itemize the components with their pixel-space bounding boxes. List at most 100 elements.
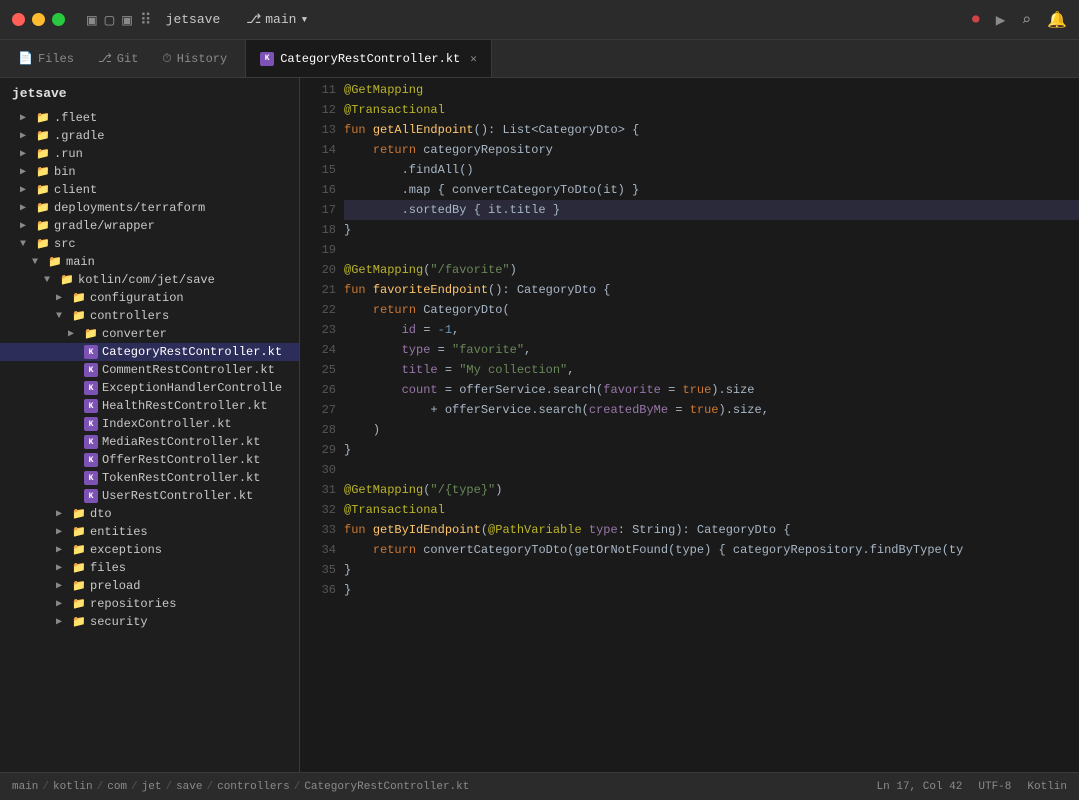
sidebar-item-client[interactable]: ▶ 📁 client bbox=[0, 181, 299, 199]
run-icon[interactable]: ▶ bbox=[996, 10, 1006, 30]
code-line-33: fun getByIdEndpoint(@PathVariable type: … bbox=[344, 520, 1079, 540]
folder-label: configuration bbox=[90, 291, 184, 305]
sidebar-item-configuration[interactable]: ▶ 📁 configuration bbox=[0, 289, 299, 307]
folder-label: files bbox=[90, 561, 126, 575]
breadcrumb-controllers: controllers bbox=[217, 781, 290, 793]
sidebar-item-media-controller[interactable]: K MediaRestController.kt bbox=[0, 433, 299, 451]
folder-icon: 📁 bbox=[36, 237, 50, 251]
chevron-right-icon: ▶ bbox=[56, 292, 68, 304]
kt-icon: K bbox=[84, 399, 98, 413]
folder-label: .fleet bbox=[54, 111, 97, 125]
sidebar-item-security[interactable]: ▶ 📁 security bbox=[0, 613, 299, 631]
sidebar-item-deployments[interactable]: ▶ 📁 deployments/terraform bbox=[0, 199, 299, 217]
titlebar-icons: ▣ ▢ ▣ ⠿ bbox=[87, 10, 152, 30]
code-line-36: } bbox=[344, 580, 1079, 600]
line-numbers: 11 12 13 14 15 16 17 18 19 20 21 22 23 2… bbox=[300, 78, 344, 772]
layout-icon[interactable]: ▣ bbox=[122, 10, 132, 30]
sidebar-item-kotlin-path[interactable]: ▼ 📁 kotlin/com/jet/save bbox=[0, 271, 299, 289]
chevron-down-icon: ▼ bbox=[32, 257, 44, 268]
code-line-27: + offerService.search(createdByMe = true… bbox=[344, 400, 1079, 420]
sidebar-item-gradle-wrapper[interactable]: ▶ 📁 gradle/wrapper bbox=[0, 217, 299, 235]
chevron-right-icon: ▶ bbox=[56, 508, 68, 520]
folder-label: bin bbox=[54, 165, 76, 179]
sidebar-item-category-controller[interactable]: K CategoryRestController.kt bbox=[0, 343, 299, 361]
git-tab[interactable]: ⎇ Git bbox=[88, 45, 148, 72]
code-line-21: fun favoriteEndpoint(): CategoryDto { bbox=[344, 280, 1079, 300]
git-label: Git bbox=[117, 52, 139, 66]
folder-icon: 📁 bbox=[36, 111, 50, 125]
sidebar-item-files[interactable]: ▶ 📁 files bbox=[0, 559, 299, 577]
chevron-right-icon: ▶ bbox=[56, 526, 68, 538]
sidebar-item-exception-handler[interactable]: K ExceptionHandlerControlle bbox=[0, 379, 299, 397]
tab-close-icon[interactable]: ✕ bbox=[470, 52, 477, 66]
branch-info[interactable]: ⎇ main ▾ bbox=[246, 12, 308, 27]
sidebar-item-comment-controller[interactable]: K CommentRestController.kt bbox=[0, 361, 299, 379]
folder-label: .gradle bbox=[54, 129, 104, 143]
cursor-position: Ln 17, Col 42 bbox=[877, 781, 963, 793]
kt-icon: K bbox=[84, 435, 98, 449]
branch-chevron-icon: ▾ bbox=[300, 12, 308, 27]
folder-icon: 📁 bbox=[72, 507, 86, 521]
folder-icon: 📁 bbox=[72, 543, 86, 557]
sidebar-item-controllers[interactable]: ▼ 📁 controllers bbox=[0, 307, 299, 325]
file-tab-label: CategoryRestController.kt bbox=[280, 52, 460, 66]
folder-label: deployments/terraform bbox=[54, 201, 205, 215]
file-tab-category[interactable]: K CategoryRestController.kt ✕ bbox=[246, 40, 492, 77]
sidebar-item-index-controller[interactable]: K IndexController.kt bbox=[0, 415, 299, 433]
sidebar-item-bin[interactable]: ▶ 📁 bin bbox=[0, 163, 299, 181]
app-name: jetsave bbox=[166, 12, 221, 27]
sidebar-item-token-controller[interactable]: K TokenRestController.kt bbox=[0, 469, 299, 487]
chevron-right-icon: ▶ bbox=[20, 166, 32, 178]
nav-tabs: 📄 Files ⎇ Git ⏱ History bbox=[0, 40, 246, 77]
folder-label: repositories bbox=[90, 597, 176, 611]
sidebar-item-offer-controller[interactable]: K OfferRestController.kt bbox=[0, 451, 299, 469]
sidebar-item-gradle[interactable]: ▶ 📁 .gradle bbox=[0, 127, 299, 145]
maximize-button[interactable] bbox=[52, 13, 65, 26]
chevron-down-icon: ▼ bbox=[44, 275, 56, 286]
code-line-19 bbox=[344, 240, 1079, 260]
breadcrumb-save: save bbox=[176, 781, 202, 793]
sidebar-item-exceptions[interactable]: ▶ 📁 exceptions bbox=[0, 541, 299, 559]
kt-icon: K bbox=[84, 489, 98, 503]
sidebar-icon[interactable]: ▣ bbox=[87, 10, 97, 30]
sidebar-item-repositories[interactable]: ▶ 📁 repositories bbox=[0, 595, 299, 613]
breadcrumb: main / kotlin / com / jet / save / contr… bbox=[12, 781, 869, 793]
folder-label: converter bbox=[102, 327, 167, 341]
folder-label: src bbox=[54, 237, 76, 251]
sidebar-item-user-controller[interactable]: K UserRestController.kt bbox=[0, 487, 299, 505]
sidebar-item-dto[interactable]: ▶ 📁 dto bbox=[0, 505, 299, 523]
grid-icon[interactable]: ⠿ bbox=[140, 10, 152, 30]
branch-name: main bbox=[265, 12, 296, 27]
minimize-button[interactable] bbox=[32, 13, 45, 26]
search-icon[interactable]: ⌕ bbox=[1021, 10, 1031, 30]
chevron-right-icon: ▶ bbox=[20, 220, 32, 232]
file-label: CategoryRestController.kt bbox=[102, 345, 282, 359]
sidebar-item-src[interactable]: ▼ 📁 src bbox=[0, 235, 299, 253]
sidebar-item-entities[interactable]: ▶ 📁 entities bbox=[0, 523, 299, 541]
chevron-right-icon: ▶ bbox=[20, 112, 32, 124]
code-line-29: } bbox=[344, 440, 1079, 460]
record-icon[interactable]: ⏺ bbox=[972, 11, 980, 29]
sidebar-item-converter[interactable]: ▶ 📁 converter bbox=[0, 325, 299, 343]
folder-icon: 📁 bbox=[60, 273, 74, 287]
code-line-35: } bbox=[344, 560, 1079, 580]
files-tab[interactable]: 📄 Files bbox=[8, 45, 84, 72]
panel-icon[interactable]: ▢ bbox=[105, 10, 115, 30]
code-line-32: @Transactional bbox=[344, 500, 1079, 520]
sidebar-item-main[interactable]: ▼ 📁 main bbox=[0, 253, 299, 271]
titlebar: ▣ ▢ ▣ ⠿ jetsave ⎇ main ▾ ⏺ ▶ ⌕ 🔔 bbox=[0, 0, 1079, 40]
code-area[interactable]: 11 12 13 14 15 16 17 18 19 20 21 22 23 2… bbox=[300, 78, 1079, 772]
close-button[interactable] bbox=[12, 13, 25, 26]
notifications-icon[interactable]: 🔔 bbox=[1047, 10, 1067, 30]
history-label: History bbox=[177, 52, 227, 66]
editor: 11 12 13 14 15 16 17 18 19 20 21 22 23 2… bbox=[300, 78, 1079, 772]
sidebar-item-fleet[interactable]: ▶ 📁 .fleet bbox=[0, 109, 299, 127]
file-label: CommentRestController.kt bbox=[102, 363, 275, 377]
folder-icon: 📁 bbox=[36, 147, 50, 161]
folder-icon: 📁 bbox=[72, 615, 86, 629]
history-tab[interactable]: ⏱ History bbox=[152, 46, 237, 72]
sidebar-item-health-controller[interactable]: K HealthRestController.kt bbox=[0, 397, 299, 415]
folder-icon: 📁 bbox=[36, 129, 50, 143]
sidebar-item-run[interactable]: ▶ 📁 .run bbox=[0, 145, 299, 163]
sidebar-item-preload[interactable]: ▶ 📁 preload bbox=[0, 577, 299, 595]
